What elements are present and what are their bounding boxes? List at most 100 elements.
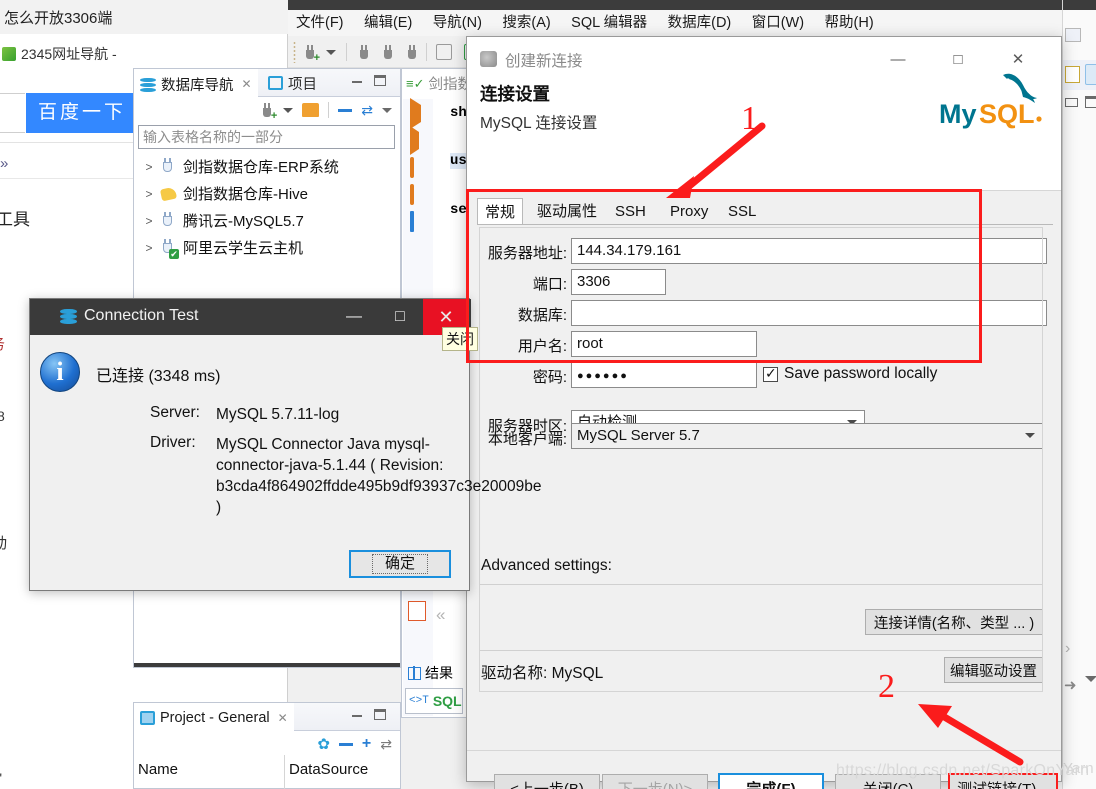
menu-item-database[interactable]: 数据库(D): [660, 10, 740, 36]
expand-chevron-icon[interactable]: >: [138, 214, 160, 228]
collapse-panel-chevron-icon[interactable]: «: [436, 605, 445, 625]
chevron-down-icon[interactable]: [283, 107, 294, 113]
new-folder-icon[interactable]: [302, 103, 320, 117]
save-password-label: Save password locally: [784, 365, 938, 382]
close-icon[interactable]: ✕: [278, 711, 288, 725]
minimize-view-icon[interactable]: [352, 709, 362, 717]
run-arrow-icon[interactable]: ➜: [1064, 676, 1077, 694]
navigator-filter-input[interactable]: 输入表格名称的一部分: [138, 125, 395, 149]
connection-test-minimize-button[interactable]: —: [331, 299, 377, 335]
tree-item-label: 剑指数据仓库-ERP系统: [183, 159, 339, 176]
reconnect-button[interactable]: [380, 40, 395, 64]
tab-sql-label: SQL: [432, 693, 462, 709]
new-object-icon[interactable]: [1065, 66, 1080, 83]
column-header-name[interactable]: Name: [138, 761, 178, 778]
menu-item-search[interactable]: 搜索(A): [494, 10, 558, 36]
perspective-icon[interactable]: [1085, 64, 1096, 85]
maximize-view-icon[interactable]: [374, 75, 386, 86]
chevron-down-icon[interactable]: [1085, 676, 1096, 682]
close-icon[interactable]: ✕: [242, 77, 252, 91]
new-connection-nav-icon[interactable]: +: [259, 102, 277, 121]
connection-test-ok-button[interactable]: 确定: [349, 550, 451, 578]
collapse-all-icon[interactable]: [338, 742, 353, 746]
save-password-checkbox[interactable]: [763, 365, 778, 382]
collapse-all-icon[interactable]: [338, 108, 353, 112]
execute-in-new-tab-icon[interactable]: [409, 157, 427, 178]
toolbar-grip-1[interactable]: [293, 41, 296, 63]
connect-button[interactable]: [356, 40, 371, 64]
svg-text:SQL: SQL: [979, 99, 1035, 129]
menu-bar: 文件(F) 编辑(E) 导航(N) 搜索(A) SQL 编辑器 数据库(D) 窗…: [288, 10, 1096, 36]
browser-more-chevron[interactable]: »: [0, 155, 8, 172]
server-row-label: Server:: [150, 404, 200, 421]
column-divider: [284, 755, 285, 789]
minimize-view-icon[interactable]: [1065, 98, 1078, 107]
grid-icon: [408, 666, 421, 680]
expand-chevron-icon[interactable]: >: [138, 160, 160, 174]
tree-item-tencent-mysql[interactable]: > 腾讯云-MySQL5.7: [138, 207, 396, 234]
tree-item-erp[interactable]: > 剑指数据仓库-ERP系统: [138, 153, 396, 180]
transaction-mode-button[interactable]: [436, 40, 452, 64]
expand-chevron-icon[interactable]: >: [138, 241, 160, 255]
execute-statement-icon[interactable]: [409, 98, 427, 129]
column-header-datasource[interactable]: DataSource: [289, 761, 368, 778]
expand-chevron-icon[interactable]: >: [138, 187, 160, 201]
add-icon[interactable]: +: [362, 735, 371, 753]
hive-connection-icon: [159, 185, 178, 202]
new-connection-dropdown[interactable]: [326, 40, 336, 64]
explain-plan-icon[interactable]: [409, 211, 427, 232]
disconnect-button[interactable]: [404, 40, 419, 64]
navigator-tree: > 剑指数据仓库-ERP系统 > 剑指数据仓库-Hive > 腾讯云-MySQL…: [138, 153, 396, 261]
execute-expression-icon[interactable]: [409, 184, 427, 205]
tab-project-general[interactable]: Project - General ✕: [134, 703, 294, 731]
view-menu-icon[interactable]: [382, 107, 392, 113]
restore-panel-icon[interactable]: [1065, 28, 1081, 42]
right-title-strip: [1063, 0, 1096, 10]
menu-item-sql-editor[interactable]: SQL 编辑器: [563, 10, 655, 36]
local-client-combo[interactable]: MySQL Server 5.7: [571, 423, 1043, 449]
new-connection-toolbar-button[interactable]: +: [302, 40, 320, 64]
menu-item-window[interactable]: 窗口(W): [744, 10, 812, 36]
dialog-subheading: MySQL 连接设置: [480, 115, 598, 132]
svg-text:My: My: [939, 99, 977, 129]
next-button[interactable]: 下一步(N)>: [602, 774, 708, 789]
menu-item-file[interactable]: 文件(F): [288, 10, 352, 36]
tab-projects[interactable]: 项目: [262, 69, 323, 97]
browser-text-drive: 动: [0, 532, 7, 553]
browser-bookmark-2345[interactable]: 2345网址导航 -: [2, 44, 117, 64]
dialog-heading: 连接设置: [480, 84, 550, 104]
tab-results-label: 结果: [425, 665, 453, 681]
menu-item-edit[interactable]: 编辑(E): [356, 10, 420, 36]
browser-tab-title[interactable]: 怎么开放3306端: [4, 7, 284, 28]
db-connection-icon: [160, 158, 177, 175]
expand-panel-chevron-icon[interactable]: ›: [1065, 640, 1070, 658]
browser-search-input[interactable]: [0, 93, 25, 133]
maximize-view-icon[interactable]: [374, 709, 386, 720]
tab-results[interactable]: 结果: [405, 660, 453, 686]
maximize-view-icon[interactable]: [1085, 96, 1096, 108]
editor-tab[interactable]: ≡✓ 剑指数: [406, 73, 472, 94]
menu-item-help[interactable]: 帮助(H): [817, 10, 882, 36]
connection-details-button[interactable]: 连接详情(名称、类型 ... ): [865, 609, 1043, 635]
connection-test-maximize-button[interactable]: □: [377, 299, 423, 335]
back-button[interactable]: <上一步(B): [494, 774, 600, 789]
edit-driver-button[interactable]: 编辑驱动设置: [944, 657, 1043, 683]
advanced-settings-divider-top: [479, 584, 1043, 585]
execute-script-icon[interactable]: [409, 126, 427, 155]
password-input[interactable]: ●●●●●●: [571, 362, 757, 388]
minimize-view-icon[interactable]: [352, 75, 362, 83]
navigator-toolbar: + ⇄: [134, 97, 400, 123]
link-editor-icon[interactable]: ⇄: [380, 736, 392, 753]
gear-icon[interactable]: ✿: [317, 735, 330, 753]
transaction-icon: [436, 44, 452, 60]
browser-text-tool: 工具: [0, 210, 30, 229]
tree-item-aliyun[interactable]: > 阿里云学生云主机: [138, 234, 396, 261]
menu-item-navigate[interactable]: 导航(N): [425, 10, 490, 36]
tab-database-navigator[interactable]: 数据库导航 ✕: [134, 69, 258, 97]
baidu-search-button[interactable]: 百度一下: [26, 93, 138, 133]
finish-button[interactable]: 完成(F): [718, 773, 824, 789]
tree-item-hive[interactable]: > 剑指数据仓库-Hive: [138, 180, 396, 207]
dialog-minimize-button[interactable]: —: [875, 37, 921, 81]
tab-sql[interactable]: <>T SQL: [405, 688, 463, 714]
link-editor-icon[interactable]: ⇄: [361, 102, 373, 119]
